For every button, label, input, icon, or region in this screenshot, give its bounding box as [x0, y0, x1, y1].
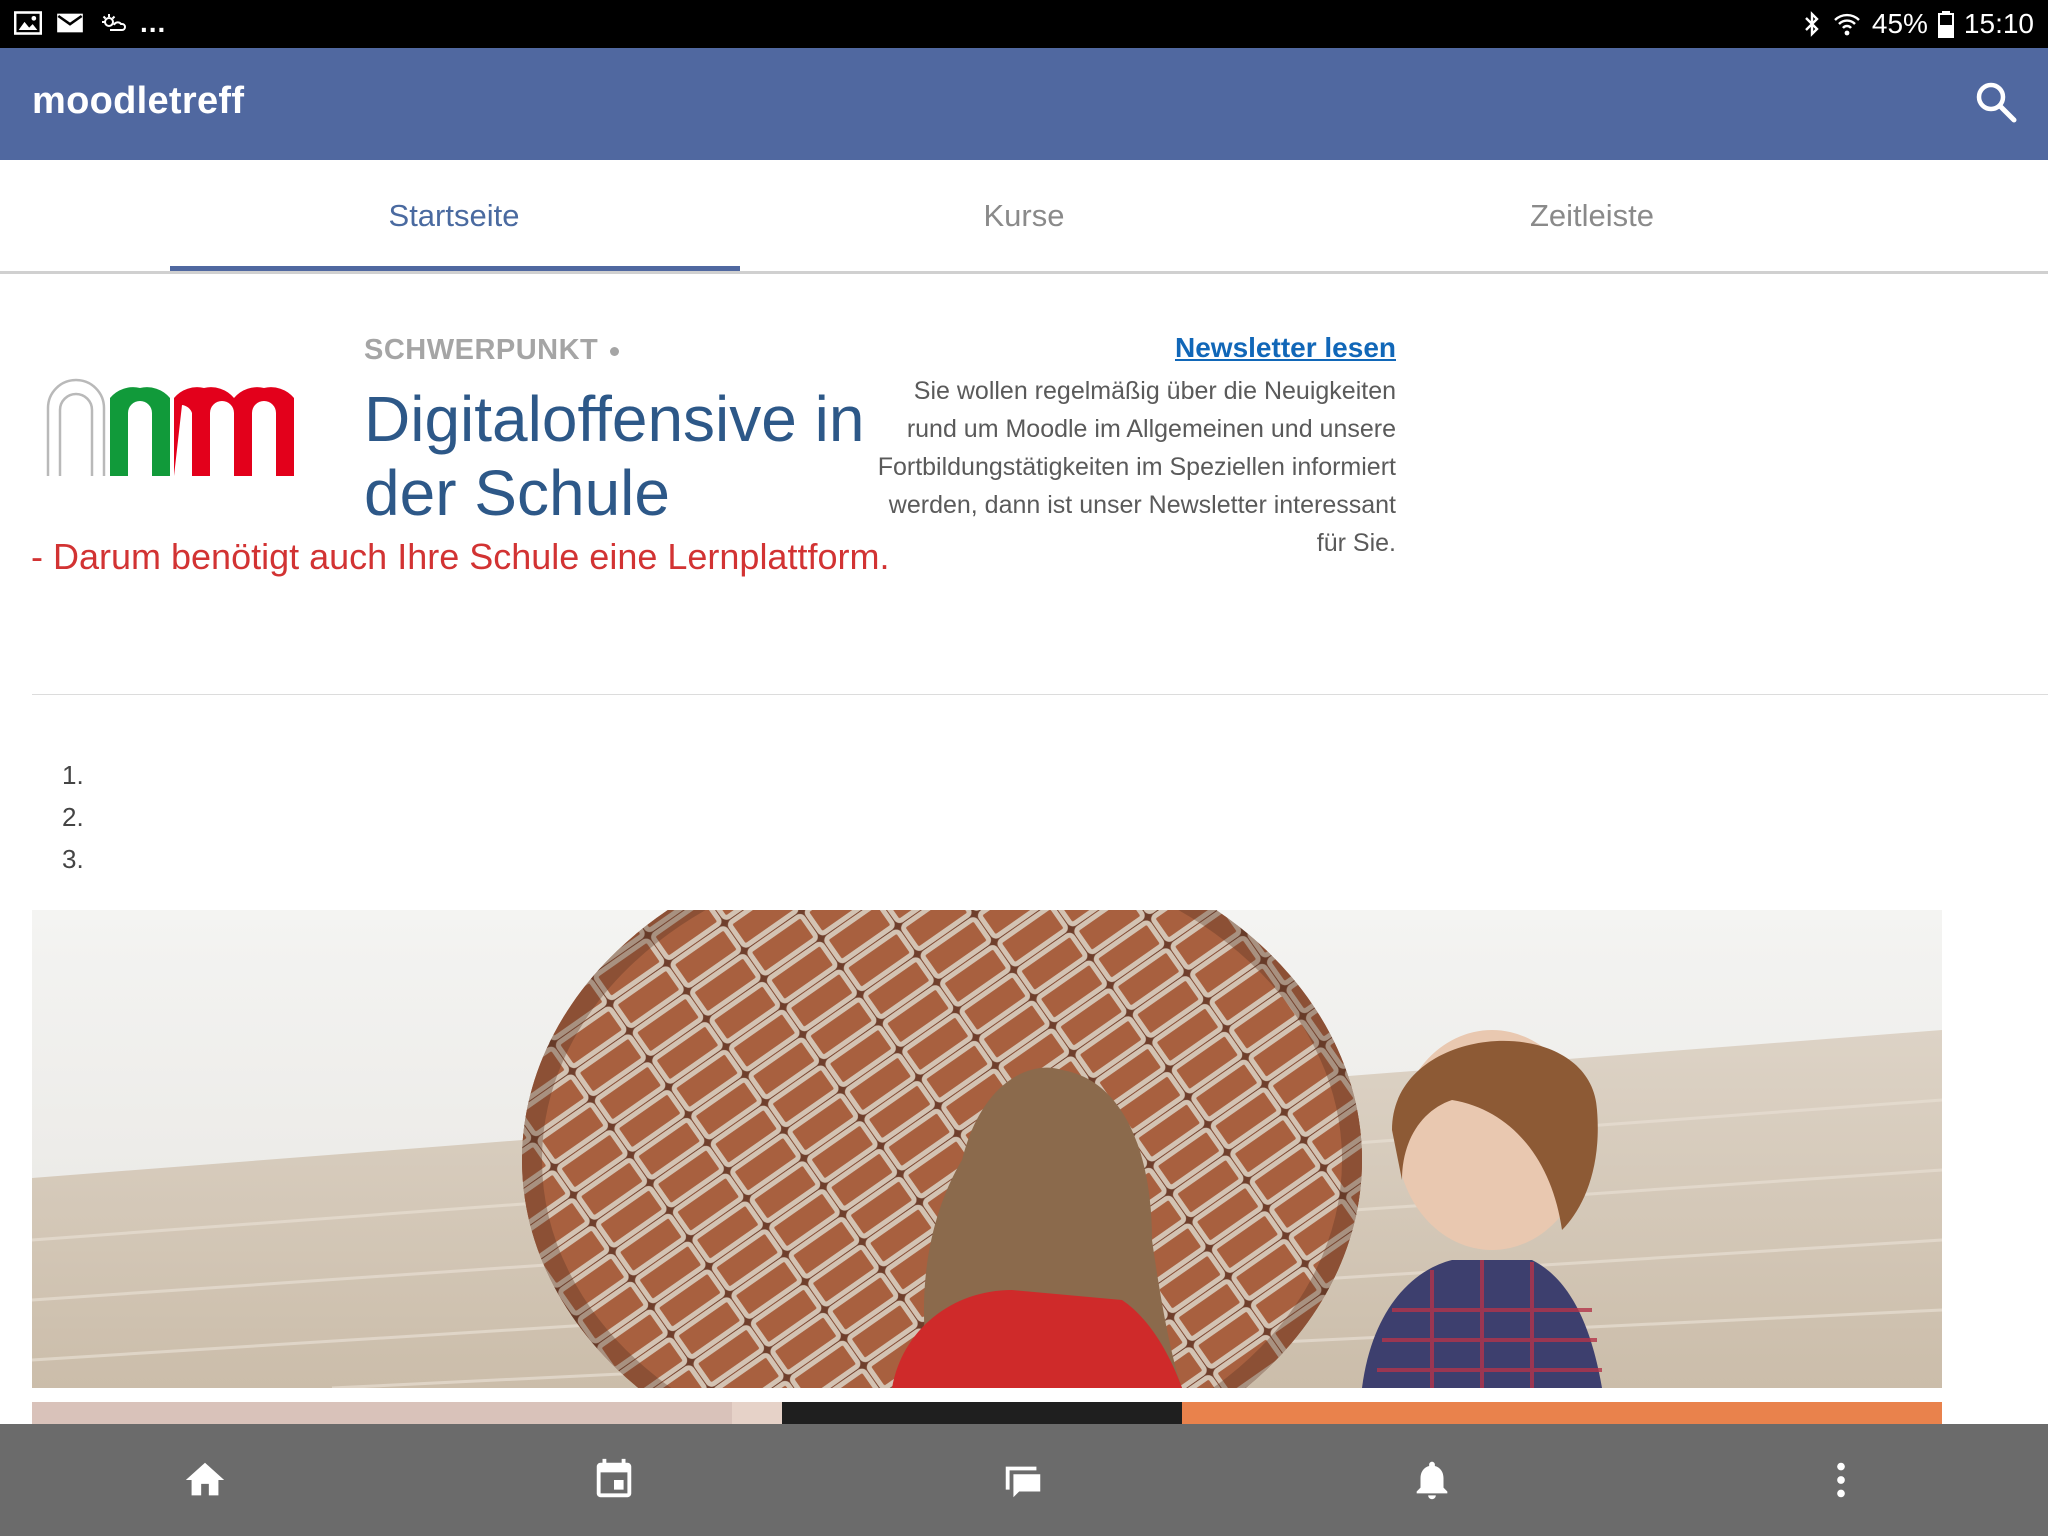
app-title: moodletreff [32, 80, 245, 122]
hero-headline: Digitaloffensive in der Schule [364, 383, 865, 529]
clock: 15:10 [1963, 8, 2034, 39]
nav-messages-button[interactable] [818, 1424, 1227, 1536]
moodletreff-logo [46, 378, 294, 476]
overflow-notifications: ... [140, 7, 167, 38]
kicker-label: SCHWERPUNKT [364, 334, 599, 366]
active-tab-indicator [170, 266, 740, 271]
carousel-image[interactable] [32, 910, 1942, 1388]
carousel-indicators: 1. 2. 3. [62, 754, 84, 880]
newsletter-text: Sie wollen regelmäßig über die Neuigkeit… [877, 377, 1396, 557]
kicker-dot [610, 346, 620, 356]
image-icon [14, 11, 42, 35]
battery-percent: 45% [1871, 8, 1928, 39]
tab-bar: Startseite Kurse Zeitleiste [0, 160, 2048, 274]
carousel-indicator-2[interactable]: 2. [62, 796, 84, 838]
nav-notifications-button[interactable] [1227, 1424, 1636, 1536]
bottom-navigation [0, 1424, 2048, 1536]
search-icon[interactable] [1972, 78, 2020, 126]
section-divider [32, 694, 2048, 695]
tab-kurse[interactable]: Kurse [740, 160, 1308, 271]
nav-home-button[interactable] [0, 1424, 409, 1536]
wifi-icon [1834, 13, 1860, 36]
status-left: ... [14, 7, 167, 38]
hero-kicker: SCHWERPUNKT [364, 334, 620, 367]
app-bar: moodletreff [0, 48, 2048, 160]
nav-more-button[interactable] [1636, 1424, 2045, 1536]
bell-icon [1416, 1461, 1447, 1500]
carousel-indicator-3[interactable]: 3. [62, 838, 84, 880]
nav-calendar-button[interactable] [409, 1424, 818, 1536]
mail-icon [57, 13, 83, 33]
carousel-image-next[interactable] [32, 1402, 1942, 1424]
more-icon [1836, 1462, 1845, 1498]
weather-icon [102, 14, 126, 31]
main-content: SCHWERPUNKT Digitaloffensive in der Schu… [0, 274, 2048, 1424]
status-bar: ... 45% 15:10 [0, 0, 2048, 48]
carousel-indicator-1[interactable]: 1. [62, 754, 84, 796]
battery-icon [1937, 11, 1954, 38]
calendar-icon [596, 1458, 631, 1498]
newsletter-link[interactable]: Newsletter lesen [1175, 332, 1396, 364]
tab-zeitleiste[interactable]: Zeitleiste [1308, 160, 1876, 271]
messages-icon [1005, 1466, 1040, 1498]
tab-startseite[interactable]: Startseite [170, 160, 738, 271]
status-right: 45% 15:10 [1802, 8, 2034, 40]
bluetooth-icon [1805, 11, 1819, 37]
home-icon [185, 1462, 224, 1496]
hero-subline: - Darum benötigt auch Ihre Schule eine L… [31, 536, 890, 577]
